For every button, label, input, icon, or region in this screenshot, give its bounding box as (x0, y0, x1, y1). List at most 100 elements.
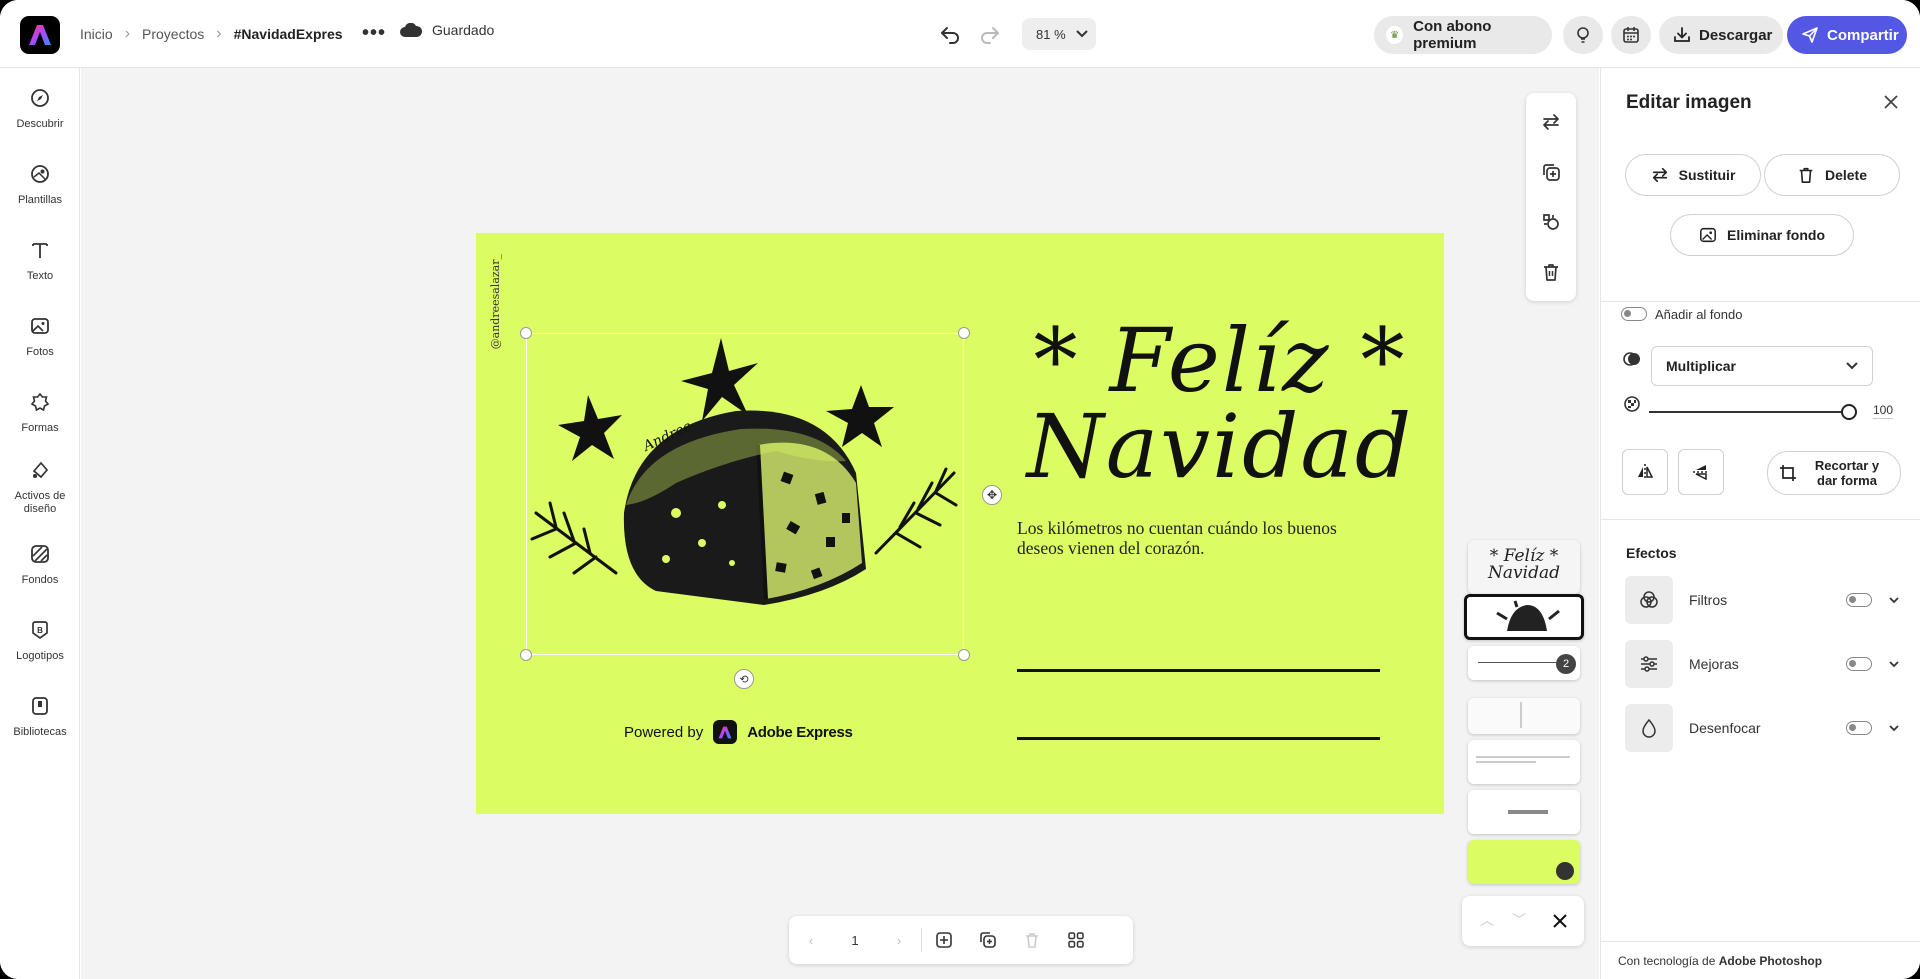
premium-label: Con abono premium (1413, 18, 1492, 52)
blend-mode-select[interactable]: Multiplicar (1651, 346, 1873, 386)
opacity-slider-knob[interactable] (1841, 404, 1857, 420)
layer-thumb-background[interactable] (1468, 840, 1580, 884)
image-selection-box[interactable] (526, 333, 964, 655)
duplicate-page-icon[interactable] (966, 916, 1010, 964)
effect-row-filtros[interactable]: Filtros (1625, 576, 1905, 624)
breadcrumb-projects[interactable]: Proyectos (142, 26, 204, 42)
layer-thumb-handle[interactable] (1468, 698, 1580, 734)
arrange-icon[interactable] (1541, 212, 1561, 232)
blur-icon (1625, 704, 1673, 752)
resize-handle[interactable] (520, 649, 532, 661)
left-rail: Descubrir Plantillas Texto Fotos Formas … (0, 68, 80, 979)
layer-thumb-image[interactable] (1464, 594, 1584, 640)
lightbulb-button[interactable] (1563, 16, 1603, 54)
swap-icon[interactable] (1541, 112, 1561, 132)
chevron-up-icon[interactable]: ︿ (1480, 910, 1494, 930)
resize-handle[interactable] (958, 327, 970, 339)
remove-background-button[interactable]: Eliminar fondo (1670, 214, 1854, 256)
divider (1601, 301, 1920, 302)
rail-item-fondos[interactable]: Fondos (0, 544, 80, 587)
save-status: Guardado (400, 22, 494, 38)
add-to-background-toggle[interactable] (1621, 307, 1647, 321)
resize-handle[interactable] (520, 327, 532, 339)
download-button[interactable]: Descargar (1659, 16, 1783, 54)
rail-item-descubrir[interactable]: Descubrir (0, 88, 80, 131)
rail-item-formas[interactable]: Formas (0, 392, 80, 435)
footer-brand: Adobe Photoshop (1718, 954, 1823, 968)
replace-button[interactable]: Sustituir (1625, 154, 1761, 196)
layer-thumb-headline[interactable]: * Felíz * Navidad (1468, 540, 1580, 594)
rotate-handle-icon[interactable]: ⟲ (734, 669, 754, 689)
delete-label: Delete (1824, 167, 1868, 183)
body-text[interactable]: Los kilómetros no cuentan cuándo los bue… (1017, 518, 1377, 558)
layer-thumb-powered[interactable] (1468, 790, 1580, 834)
breadcrumb-home[interactable]: Inicio (80, 26, 113, 42)
chevron-down-icon[interactable]: ﹀ (1512, 910, 1526, 930)
libraries-icon (32, 697, 48, 715)
add-page-icon[interactable] (922, 916, 966, 964)
share-label: Compartir (1827, 26, 1899, 44)
layer-thumb-body[interactable] (1468, 740, 1580, 784)
share-button[interactable]: Compartir (1787, 16, 1907, 54)
move-handle-icon[interactable]: ✥ (982, 485, 1002, 505)
premium-crown-icon: ♛ (1386, 26, 1404, 44)
remove-background-icon (1700, 227, 1716, 243)
delete-page-icon[interactable] (1010, 916, 1054, 964)
close-icon[interactable] (1883, 94, 1899, 110)
signature-line[interactable] (1017, 737, 1380, 740)
rail-label: Activos de diseño (14, 490, 66, 515)
effect-row-mejoras[interactable]: Mejoras (1625, 640, 1905, 688)
signature-line[interactable] (1017, 669, 1380, 672)
flip-vertical-button[interactable] (1678, 449, 1724, 495)
effect-row-desenfocar[interactable]: Desenfocar (1625, 704, 1905, 752)
desenfocar-toggle[interactable] (1846, 721, 1872, 735)
chevron-down-icon[interactable] (1889, 661, 1899, 668)
layer-thumb-lines[interactable]: 2 (1468, 646, 1580, 680)
duplicate-icon[interactable] (1541, 162, 1561, 182)
next-page-icon[interactable]: › (877, 916, 921, 964)
premium-button[interactable]: ♛ Con abono premium (1374, 16, 1552, 54)
rail-item-texto[interactable]: Texto (0, 240, 80, 283)
rail-item-bibliotecas[interactable]: Bibliotecas (0, 696, 80, 739)
opacity-slider-track[interactable] (1649, 411, 1845, 413)
instagram-handle[interactable]: @andreesalazar_ (489, 254, 502, 349)
powered-by-badge[interactable]: Powered by Adobe Express (624, 720, 853, 744)
delete-button[interactable]: Delete (1764, 154, 1900, 196)
rail-label: Texto (26, 270, 54, 282)
filters-toggle[interactable] (1846, 593, 1872, 607)
rail-item-plantillas[interactable]: Plantillas (0, 164, 80, 207)
grid-view-icon[interactable] (1054, 916, 1098, 964)
page-number[interactable]: 1 (833, 916, 877, 964)
layer-count-badge: 2 (1556, 654, 1576, 674)
rail-item-fotos[interactable]: Fotos (0, 316, 80, 359)
zoom-select[interactable]: 81 % (1022, 18, 1096, 50)
flip-horizontal-button[interactable] (1622, 449, 1668, 495)
prev-page-icon[interactable]: ‹ (789, 916, 833, 964)
trash-icon[interactable] (1541, 262, 1561, 282)
logo-icon: B (32, 621, 48, 640)
powered-prefix: Powered by (624, 723, 704, 741)
schedule-button[interactable] (1611, 16, 1651, 54)
layers-nav: ︿ ﹀ (1462, 896, 1584, 946)
rail-item-logotipos[interactable]: B Logotipos (0, 620, 80, 663)
text-icon (32, 243, 48, 258)
rail-item-activos-de-diseno[interactable]: Activos de diseño (0, 460, 80, 516)
panel-title: Editar imagen (1626, 92, 1752, 113)
crop-button[interactable]: Recortar y dar forma (1767, 451, 1901, 495)
undo-icon[interactable] (938, 22, 962, 46)
resize-handle[interactable] (958, 649, 970, 661)
flip-horizontal-icon (1638, 464, 1654, 480)
opacity-value[interactable]: 100 (1873, 403, 1894, 419)
more-options-icon[interactable]: ••• (362, 22, 386, 45)
chevron-down-icon[interactable] (1889, 597, 1899, 604)
cloud-icon (400, 23, 422, 37)
replace-label: Sustituir (1678, 167, 1736, 183)
close-icon[interactable] (1552, 913, 1568, 929)
zoom-value: 81 % (1036, 26, 1066, 42)
adobe-express-logo[interactable] (20, 16, 60, 54)
redo-icon[interactable] (978, 22, 1002, 46)
breadcrumb-current[interactable]: #NavidadExpres (234, 26, 343, 42)
chevron-down-icon[interactable] (1889, 725, 1899, 732)
headline-text[interactable]: * Felíz * Navidad (1010, 317, 1430, 491)
mejoras-toggle[interactable] (1846, 657, 1872, 671)
